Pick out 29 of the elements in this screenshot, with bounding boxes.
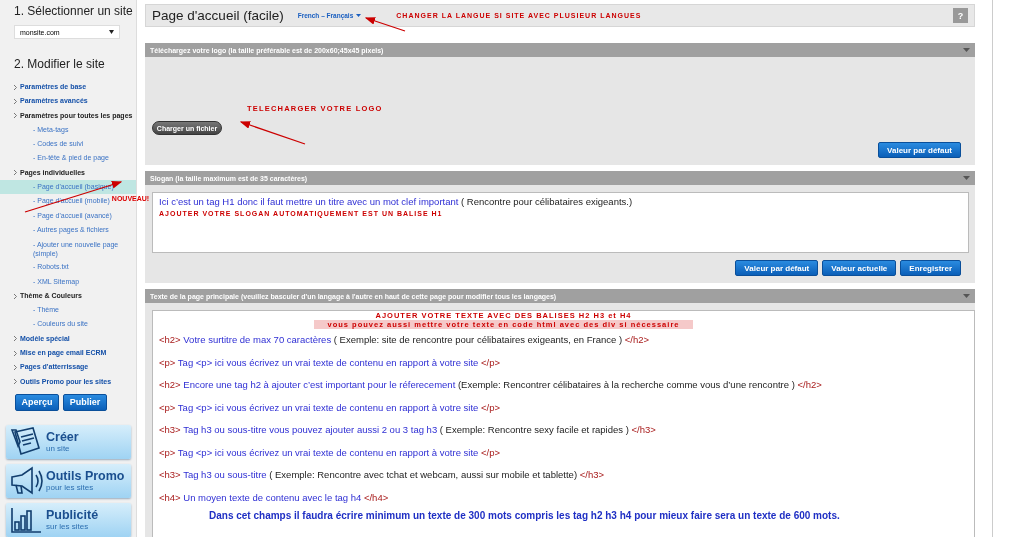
- promo-card[interactable]: Créer un site: [6, 424, 131, 459]
- action-button[interactable]: Publier: [63, 393, 107, 411]
- form-button[interactable]: Valeur actuelle: [822, 260, 897, 276]
- card-subtitle: pour les sites: [46, 483, 95, 492]
- code-line: <p> Tag <p> ici vous écrivez un vrai texte de contenu en rapport à votre site </p>: [159, 355, 501, 370]
- card-subtitle: sur les sites: [46, 522, 90, 531]
- card-title: Créer: [46, 431, 79, 444]
- instruction-text: Dans cet champs il faudra écrire minimum un texte de 300 mots compris les tag h2 h3 h4 pour mieux faire sera un texte de 600 mots.: [208, 509, 841, 522]
- default-value-button[interactable]: Valeur par défaut: [878, 142, 961, 158]
- code-line: <h2> Encore une tag h2 à ajouter c’est important pour le réferecement (Exemple: Rencontrer célibataires à la recherche comme vous d’une rencontre ) </h2>: [159, 378, 823, 392]
- slogan-text: Ici c’est un tag H1 donc il faut mettre un titre avec un mot clef important ( Rencontre pour célibataires exigeants.): [159, 196, 634, 207]
- card-title: Outils Promo: [46, 470, 125, 483]
- form-button[interactable]: Enregistrer: [900, 260, 961, 276]
- page-title: Page d'accueil (facile): [152, 8, 284, 23]
- code-line: <h3> Tag h3 ou sous-titre vous pouvez ajouter aussi 2 ou 3 tag h3 ( Exemple: Rencontre sexy facile et rapides ) </h3>: [159, 423, 657, 437]
- form-button[interactable]: Valeur par défaut: [735, 260, 819, 276]
- action-button[interactable]: Aperçu: [15, 393, 59, 411]
- step-heading: 2. Modifier le site: [14, 57, 106, 71]
- card-subtitle: un site: [46, 444, 71, 453]
- code-line: <p> Tag <p> ici vous écrivez un vrai texte de contenu en rapport à votre site </p>: [159, 445, 501, 460]
- code-line: <h2> Votre surtitre de max 70 caractères ( Exemple: site de rencontre pour célibataires exigeants, en France ) </h2>: [159, 333, 651, 347]
- help-button[interactable]: ?: [953, 8, 968, 23]
- code-line: <h3> Tag h3 ou sous-titre ( Exemple: Rencontre avec tchat et webcam, aussi sur mobile et tablette) </h3>: [159, 468, 605, 482]
- promo-card[interactable]: Publicité sur les sites: [6, 502, 131, 537]
- code-line: <h4> Un moyen texte de contenu avec le tag h4 </h4>: [159, 490, 390, 505]
- promo-card[interactable]: Outils Promo pour les sites: [6, 463, 131, 498]
- code-line: <p> Tag <p> ici vous écrivez un vrai texte de contenu en rapport à votre site </p>: [159, 400, 501, 415]
- step-heading: 1. Sélectionner un site: [14, 4, 134, 18]
- card-title: Publicité: [46, 509, 99, 522]
